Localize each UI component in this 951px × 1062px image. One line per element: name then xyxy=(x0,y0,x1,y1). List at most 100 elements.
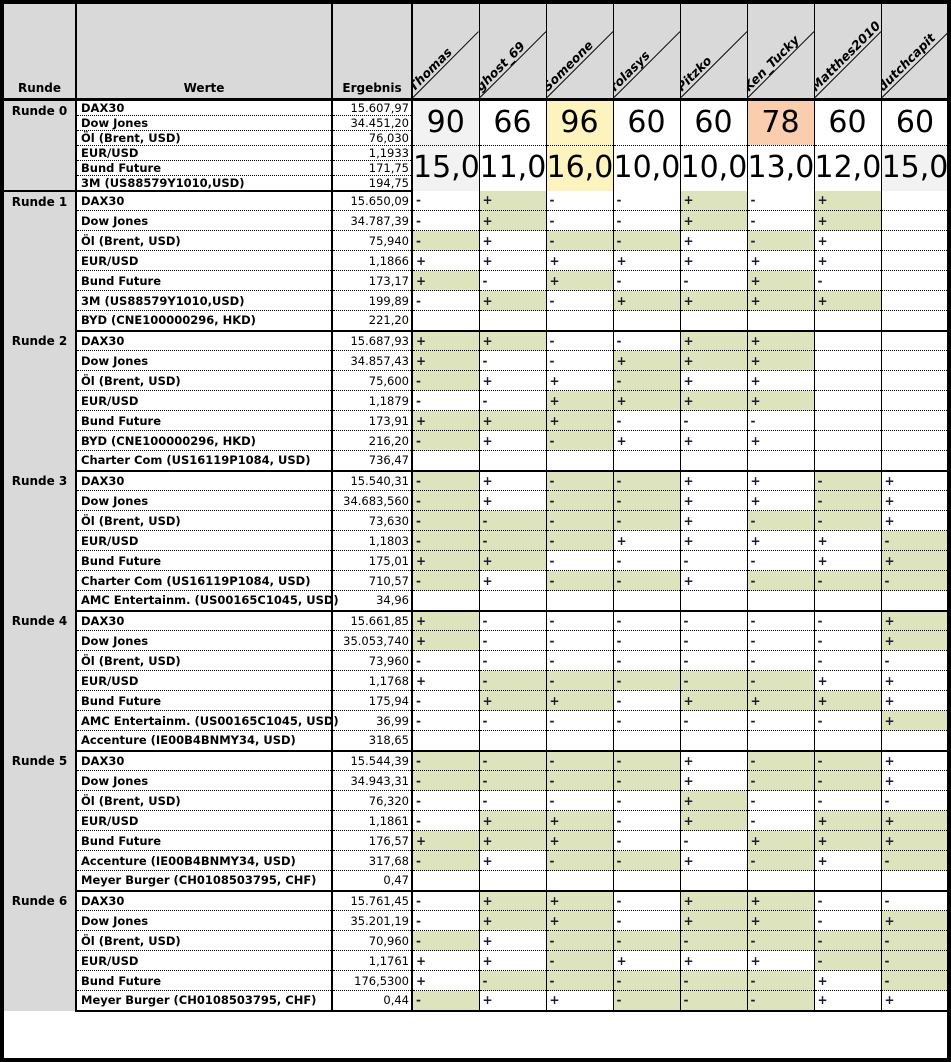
prediction-cell[interactable]: + xyxy=(412,410,480,431)
prediction-cell[interactable]: - xyxy=(412,710,480,731)
prediction-cell[interactable]: - xyxy=(747,190,815,211)
prediction-cell[interactable]: + xyxy=(479,290,547,311)
prediction-cell[interactable]: - xyxy=(546,610,614,631)
prediction-cell-empty[interactable] xyxy=(613,730,681,752)
prediction-cell[interactable]: - xyxy=(814,470,882,491)
prediction-cell[interactable]: - xyxy=(479,530,547,551)
prediction-cell-empty[interactable] xyxy=(613,450,681,472)
column-header-player-thomas[interactable]: Thomas xyxy=(412,4,480,101)
prediction-cell-empty[interactable] xyxy=(747,730,815,752)
prediction-cell[interactable]: + xyxy=(814,250,882,271)
prediction-cell[interactable]: - xyxy=(546,850,614,871)
prediction-cell-empty[interactable] xyxy=(479,450,547,472)
prediction-cell[interactable]: + xyxy=(680,570,748,591)
prediction-cell[interactable]: + xyxy=(479,490,547,511)
prediction-cell[interactable]: + xyxy=(680,210,748,231)
prediction-cell[interactable]: + xyxy=(613,390,681,411)
prediction-cell[interactable]: + xyxy=(814,970,882,991)
column-header-player-rolasys[interactable]: rolasys xyxy=(613,4,681,101)
prediction-cell[interactable]: - xyxy=(479,610,547,631)
prediction-cell[interactable]: - xyxy=(412,990,480,1012)
prediction-cell[interactable]: - xyxy=(680,970,748,991)
prediction-cell[interactable]: - xyxy=(613,670,681,691)
prediction-cell[interactable]: - xyxy=(613,550,681,571)
prediction-cell[interactable]: - xyxy=(814,770,882,791)
prediction-cell[interactable]: + xyxy=(814,290,882,311)
prediction-cell[interactable]: - xyxy=(747,210,815,231)
prediction-cell[interactable]: + xyxy=(881,610,947,631)
prediction-cell[interactable]: - xyxy=(680,410,748,431)
prediction-cell[interactable]: + xyxy=(546,390,614,411)
prediction-cell[interactable]: + xyxy=(680,510,748,531)
prediction-cell[interactable]: + xyxy=(412,270,480,291)
prediction-cell[interactable]: - xyxy=(814,910,882,931)
prediction-cell[interactable]: - xyxy=(546,530,614,551)
prediction-cell[interactable]: - xyxy=(814,510,882,531)
prediction-cell-empty[interactable] xyxy=(546,870,614,892)
prediction-cell[interactable]: - xyxy=(613,650,681,671)
prediction-cell[interactable]: - xyxy=(479,510,547,531)
prediction-cell[interactable]: - xyxy=(412,210,480,231)
prediction-cell[interactable]: + xyxy=(747,270,815,291)
prediction-cell[interactable]: + xyxy=(680,350,748,371)
prediction-cell[interactable]: - xyxy=(546,750,614,771)
prediction-cell-empty[interactable] xyxy=(881,190,947,211)
prediction-cell[interactable]: - xyxy=(747,930,815,951)
prediction-cell[interactable]: - xyxy=(613,410,681,431)
prediction-cell[interactable]: - xyxy=(412,890,480,911)
prediction-cell[interactable]: - xyxy=(546,430,614,451)
prediction-cell-empty[interactable] xyxy=(814,870,882,892)
prediction-cell[interactable]: + xyxy=(814,530,882,551)
prediction-cell[interactable]: + xyxy=(412,630,480,651)
prediction-cell-empty[interactable] xyxy=(814,390,882,411)
prediction-cell-empty[interactable] xyxy=(747,450,815,472)
prediction-cell[interactable]: - xyxy=(412,470,480,491)
prediction-cell[interactable]: + xyxy=(814,810,882,831)
prediction-cell[interactable]: + xyxy=(412,610,480,631)
column-header-player-ghost_69[interactable]: ghost_69 xyxy=(479,4,547,101)
prediction-cell-empty[interactable] xyxy=(881,230,947,251)
prediction-cell[interactable]: - xyxy=(814,630,882,651)
prediction-cell[interactable]: - xyxy=(747,990,815,1012)
prediction-cell-empty[interactable] xyxy=(412,310,480,332)
prediction-cell[interactable]: + xyxy=(412,830,480,851)
prediction-cell[interactable]: + xyxy=(814,990,882,1012)
prediction-cell-empty[interactable] xyxy=(613,310,681,332)
prediction-cell-empty[interactable] xyxy=(814,450,882,472)
prediction-cell[interactable]: - xyxy=(680,610,748,631)
prediction-cell-empty[interactable] xyxy=(881,370,947,391)
prediction-cell[interactable]: - xyxy=(613,750,681,771)
prediction-cell[interactable]: + xyxy=(881,770,947,791)
prediction-cell[interactable]: + xyxy=(546,810,614,831)
prediction-cell[interactable]: - xyxy=(613,490,681,511)
prediction-cell[interactable]: + xyxy=(680,850,748,871)
prediction-cell[interactable]: + xyxy=(479,810,547,831)
prediction-cell[interactable]: + xyxy=(747,370,815,391)
prediction-cell[interactable]: + xyxy=(546,270,614,291)
prediction-cell[interactable]: - xyxy=(747,850,815,871)
prediction-cell[interactable]: + xyxy=(680,190,748,211)
prediction-cell[interactable]: + xyxy=(479,210,547,231)
prediction-cell[interactable]: - xyxy=(412,910,480,931)
prediction-cell-empty[interactable] xyxy=(680,730,748,752)
prediction-cell[interactable]: + xyxy=(747,910,815,931)
prediction-cell[interactable]: + xyxy=(412,550,480,571)
prediction-cell[interactable]: + xyxy=(479,330,547,351)
prediction-cell-empty[interactable] xyxy=(680,310,748,332)
prediction-cell[interactable]: + xyxy=(479,950,547,971)
prediction-cell[interactable]: - xyxy=(613,370,681,391)
prediction-cell[interactable]: + xyxy=(881,490,947,511)
prediction-cell[interactable]: + xyxy=(680,290,748,311)
prediction-cell-empty[interactable] xyxy=(881,330,947,351)
prediction-cell[interactable]: + xyxy=(747,470,815,491)
prediction-cell[interactable]: + xyxy=(546,690,614,711)
prediction-cell[interactable]: + xyxy=(747,430,815,451)
prediction-cell[interactable]: - xyxy=(613,470,681,491)
prediction-cell-empty[interactable] xyxy=(479,730,547,752)
prediction-cell[interactable]: - xyxy=(479,630,547,651)
prediction-cell-empty[interactable] xyxy=(881,310,947,332)
prediction-cell[interactable]: - xyxy=(881,930,947,951)
prediction-cell[interactable]: - xyxy=(412,770,480,791)
prediction-cell-empty[interactable] xyxy=(814,410,882,431)
prediction-cell-empty[interactable] xyxy=(546,730,614,752)
